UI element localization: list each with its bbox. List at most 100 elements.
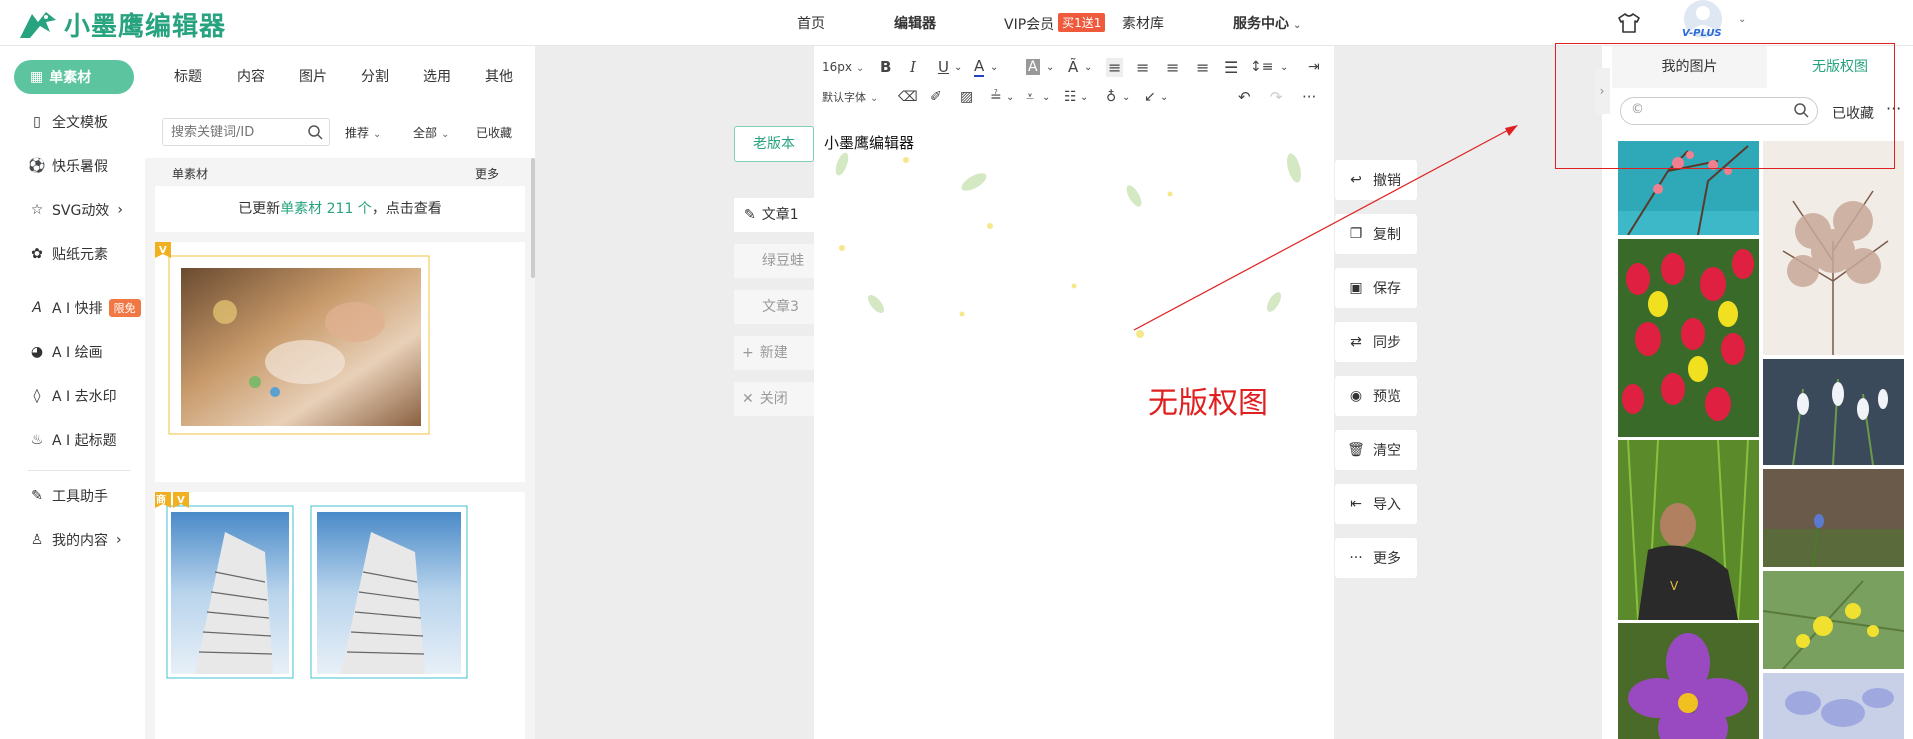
align-left-button[interactable]: ≡: [1106, 57, 1124, 77]
clear-button[interactable]: 🗑 清空: [1335, 430, 1417, 470]
italic-button[interactable]: I: [910, 58, 916, 76]
import-button[interactable]: ⇤ 导入: [1335, 484, 1417, 524]
shirt-icon[interactable]: [1617, 12, 1641, 34]
eraser-icon[interactable]: ⌫: [898, 89, 918, 105]
sidebar-item-ai-title[interactable]: ♨ A I 起标题: [28, 430, 117, 450]
text-effect-button[interactable]: Ã: [1068, 58, 1078, 76]
tab-free-images[interactable]: 无版权图: [1767, 46, 1913, 88]
search-icon[interactable]: [1793, 102, 1809, 118]
update-notice[interactable]: 已更新单素材 211 个，点击查看: [155, 186, 525, 232]
sync-button[interactable]: ⇄ 同步: [1335, 322, 1417, 362]
material-search-input[interactable]: [163, 119, 293, 145]
font-color-button[interactable]: A: [974, 57, 985, 77]
image-icon[interactable]: ▨: [960, 89, 973, 105]
spacing-icon[interactable]: ⩡: [1026, 89, 1034, 105]
sidebar-item-stickers[interactable]: ✿ 贴纸元素: [28, 244, 108, 264]
free-image-thumbnail[interactable]: [1763, 571, 1904, 669]
chevron-down-icon[interactable]: ⌄: [954, 62, 962, 73]
free-image-thumbnail[interactable]: V: [1618, 440, 1759, 620]
sidebar-item-svg[interactable]: ☆ SVG动效 ›: [28, 200, 123, 220]
undo-button[interactable]: ↩ 撤销: [1335, 160, 1417, 200]
old-version-button[interactable]: 老版本: [734, 126, 814, 162]
free-image-thumbnail[interactable]: [1763, 673, 1904, 739]
logo[interactable]: 小墨鹰编辑器: [16, 6, 226, 43]
sidebar-item-single-material[interactable]: ▦ 单素材: [14, 60, 134, 94]
chevron-down-icon[interactable]: ⌄: [1046, 62, 1054, 73]
scope-dropdown[interactable]: 全部 ⌄: [413, 124, 449, 141]
doc-close-button[interactable]: ✕ 关闭: [734, 382, 814, 416]
nav-vip[interactable]: VIP会员 买1送1: [1004, 13, 1106, 34]
free-image-thumbnail[interactable]: [1763, 141, 1904, 355]
free-image-search-input[interactable]: [1645, 98, 1795, 124]
indent-button[interactable]: ☰: [1224, 58, 1238, 77]
sidebar-item-ai-layout[interactable]: A A I 快排 限免: [28, 298, 141, 318]
section-more-link[interactable]: 更多: [475, 165, 499, 182]
chevron-down-icon[interactable]: ⌄: [1080, 92, 1088, 103]
sidebar-item-ai-paint[interactable]: ◕ A I 绘画: [28, 342, 103, 362]
tab-image[interactable]: 图片: [299, 66, 327, 86]
collapse-panel-handle[interactable]: ›: [1594, 68, 1610, 114]
sort-dropdown[interactable]: 推荐 ⌄: [345, 124, 381, 141]
border-icon[interactable]: ≟: [990, 89, 1002, 105]
doc-tab-3[interactable]: 文章3: [734, 290, 814, 324]
chevron-down-icon[interactable]: ⌄: [1160, 92, 1168, 103]
chevron-down-icon[interactable]: ⌄: [1122, 92, 1130, 103]
nav-editor[interactable]: 编辑器: [894, 13, 936, 33]
arrow-icon[interactable]: ↙: [1144, 89, 1156, 105]
justify-button[interactable]: ≡: [1196, 58, 1209, 77]
format-brush-icon[interactable]: ✐: [930, 89, 942, 105]
tab-selected[interactable]: 选用: [423, 66, 451, 86]
chevron-down-icon[interactable]: ⌄: [1280, 62, 1288, 73]
tab-divider[interactable]: 分割: [361, 66, 389, 86]
font-size-select[interactable]: 16px ⌄: [822, 60, 864, 74]
more-icon[interactable]: ···: [1302, 88, 1316, 106]
free-image-thumbnail[interactable]: [1618, 623, 1759, 739]
tab-my-images[interactable]: 我的图片: [1612, 46, 1767, 88]
sidebar-item-templates[interactable]: ▯ 全文模板: [28, 112, 108, 132]
doc-tab-1[interactable]: ✎ 文章1: [734, 198, 814, 232]
more-icon[interactable]: ···: [1886, 99, 1901, 118]
align-right-button[interactable]: ≡: [1166, 58, 1179, 77]
tab-title[interactable]: 标题: [174, 66, 202, 86]
line-height-button[interactable]: ↕≡: [1250, 59, 1273, 75]
free-image-thumbnail[interactable]: [1618, 141, 1759, 235]
sidebar-item-my-content[interactable]: ♙ 我的内容 ›: [28, 530, 122, 550]
align-center-button[interactable]: ≡: [1136, 58, 1149, 77]
save-button[interactable]: ▣ 保存: [1335, 268, 1417, 308]
material-card[interactable]: V: [155, 242, 525, 482]
doc-tab-2[interactable]: 绿豆蛙: [734, 244, 814, 278]
chevron-down-icon[interactable]: ⌄: [1042, 92, 1050, 103]
redo-icon[interactable]: ↷: [1270, 88, 1283, 106]
material-scrollbar[interactable]: [531, 158, 535, 278]
exit-icon[interactable]: ⇥: [1308, 59, 1320, 75]
preview-button[interactable]: ◉ 预览: [1335, 376, 1417, 416]
favorites-filter[interactable]: 已收藏: [476, 124, 512, 141]
free-image-thumbnail[interactable]: [1763, 469, 1904, 567]
free-image-thumbnail[interactable]: [1763, 359, 1904, 465]
sidebar-item-tools[interactable]: ✎ 工具助手: [28, 486, 108, 506]
favorites-link[interactable]: 已收藏: [1832, 103, 1874, 123]
nav-home[interactable]: 首页: [797, 13, 825, 33]
bulb-icon[interactable]: ♁: [1106, 89, 1116, 105]
chevron-down-icon[interactable]: ⌄: [1006, 92, 1014, 103]
search-icon[interactable]: [307, 124, 323, 140]
sidebar-item-summer[interactable]: ⚽ 快乐暑假: [28, 156, 108, 176]
tab-other[interactable]: 其他: [485, 66, 513, 86]
doc-new-button[interactable]: + 新建: [734, 336, 814, 370]
bold-button[interactable]: B: [880, 58, 891, 76]
paragraph-icon[interactable]: ☷: [1064, 89, 1077, 105]
nav-materials[interactable]: 素材库: [1122, 13, 1164, 33]
underline-button[interactable]: U: [938, 58, 949, 76]
tab-content[interactable]: 内容: [237, 66, 265, 86]
undo-icon[interactable]: ↶: [1238, 88, 1251, 106]
free-image-thumbnail[interactable]: [1618, 239, 1759, 437]
material-card[interactable]: 商 V: [155, 492, 525, 739]
highlight-button[interactable]: A: [1026, 59, 1040, 75]
font-family-select[interactable]: 默认字体 ⌄: [822, 89, 878, 105]
more-button[interactable]: ··· 更多: [1335, 538, 1417, 578]
sidebar-item-ai-watermark[interactable]: ◊ A I 去水印: [28, 386, 117, 406]
chevron-down-icon[interactable]: ⌄: [1738, 14, 1746, 25]
chevron-down-icon[interactable]: ⌄: [990, 62, 998, 73]
nav-service[interactable]: 服务中心 ⌄: [1233, 13, 1301, 33]
chevron-down-icon[interactable]: ⌄: [1084, 62, 1092, 73]
